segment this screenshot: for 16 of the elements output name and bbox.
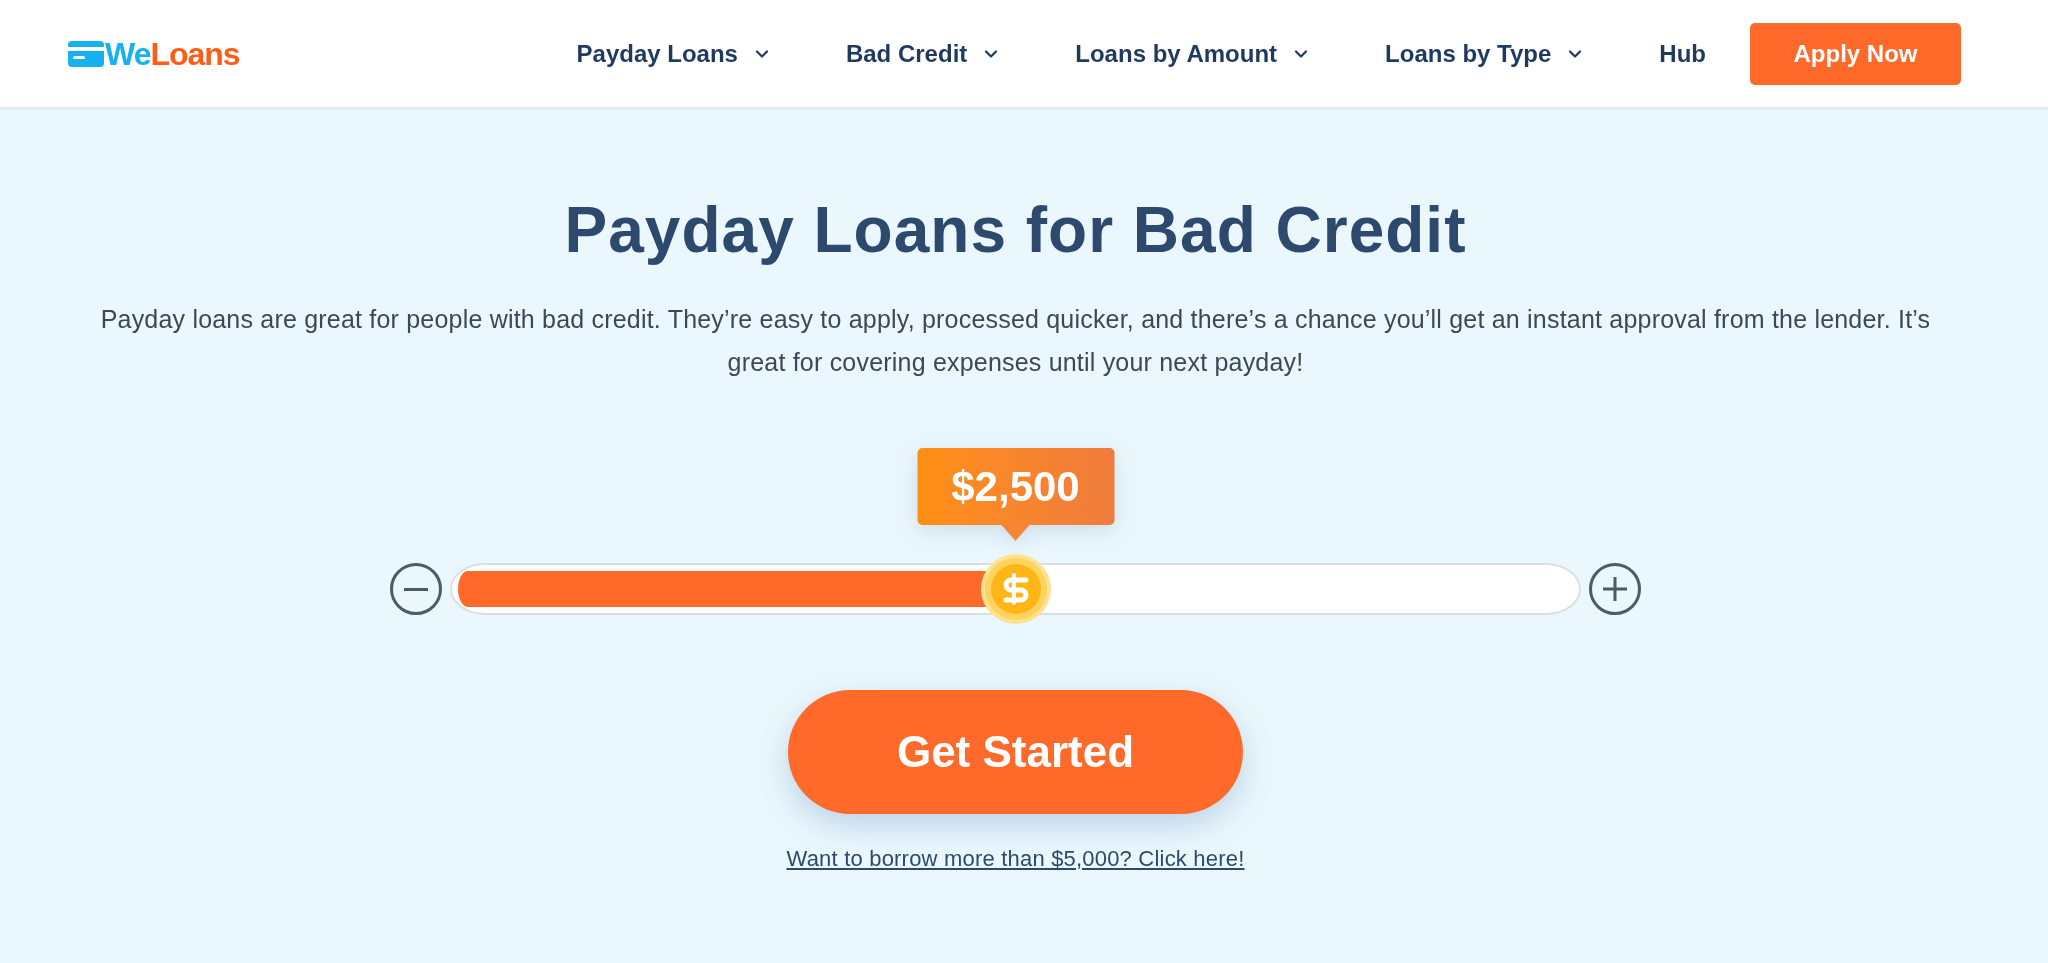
minus-icon [404,587,428,591]
nav-link[interactable]: Hub [1659,35,1706,72]
nav-link[interactable]: Payday Loans [576,35,772,72]
logo-wordmark: WeLoans [105,37,240,70]
amount-tooltip: $2,500 [917,448,1114,541]
intro-paragraph: Payday loans are great for people with bad credit. They’re easy to apply, processed quicker, and there’s a chance you’ll get an instant approval from the lender. It’s great for covering expenses until your next payday! [99,304,1932,378]
decrease-button[interactable] [390,563,442,615]
nav-link[interactable]: Loans by Amount [1075,35,1312,72]
coin-slider-thumb[interactable] [980,554,1051,624]
page-title: Payday Loans for Bad Credit [564,193,1467,268]
nav-link[interactable]: Bad Credit [845,35,1002,72]
card-icon [68,40,104,67]
nav-link[interactable]: Loans by Type [1385,35,1586,72]
increase-button[interactable] [1589,563,1641,615]
borrow-more-link[interactable]: Want to borrow more than $5,000? Click here! [786,846,1245,872]
plus-icon [1603,577,1627,601]
